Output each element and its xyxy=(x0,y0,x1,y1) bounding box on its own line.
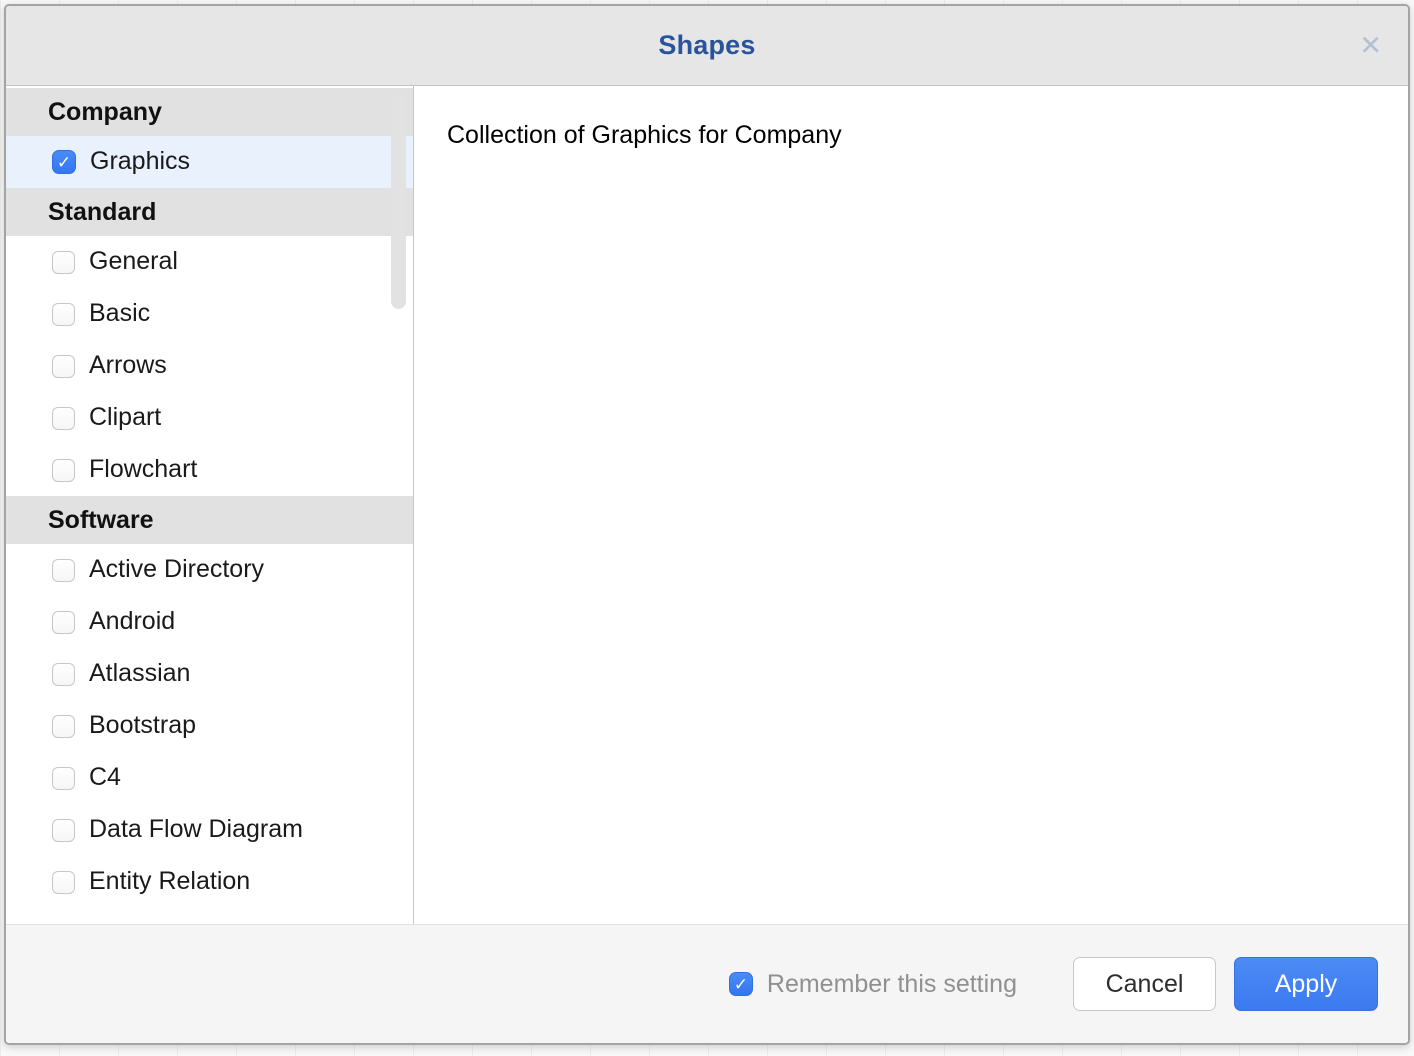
sidebar-item-label: Android xyxy=(89,609,175,636)
checkbox-checked-icon[interactable]: ✓ xyxy=(729,972,753,996)
library-description: Collection of Graphics for Company xyxy=(447,120,1368,151)
dialog-header: Shapes ✕ xyxy=(6,6,1408,86)
dialog-title: Shapes xyxy=(658,30,755,61)
checkbox-unchecked-icon[interactable] xyxy=(52,303,75,326)
dialog-body: Company ✓ Graphics Standard General Basi… xyxy=(6,86,1408,924)
sidebar-item-label: Active Directory xyxy=(89,557,264,584)
section-label: Software xyxy=(48,506,154,535)
sidebar-item-graphics[interactable]: ✓ Graphics xyxy=(6,136,413,188)
checkbox-unchecked-icon[interactable] xyxy=(52,871,75,894)
dialog-footer: ✓ Remember this setting Cancel Apply xyxy=(6,924,1408,1043)
checkbox-unchecked-icon[interactable] xyxy=(52,407,75,430)
section-header-standard: Standard xyxy=(6,188,413,236)
sidebar-item-label: Graphics xyxy=(90,149,190,176)
sidebar-item-label: Flowchart xyxy=(89,457,197,484)
sidebar-item-basic[interactable]: Basic xyxy=(6,288,413,340)
sidebar-item-data-flow-diagram[interactable]: Data Flow Diagram xyxy=(6,804,413,856)
close-icon[interactable]: ✕ xyxy=(1359,32,1382,59)
sidebar-item-atlassian[interactable]: Atlassian xyxy=(6,648,413,700)
section-label: Company xyxy=(48,98,162,127)
library-preview-panel: Collection of Graphics for Company xyxy=(414,86,1408,924)
sidebar-item-android[interactable]: Android xyxy=(6,596,413,648)
sidebar-item-active-directory[interactable]: Active Directory xyxy=(6,544,413,596)
sidebar-item-label: Data Flow Diagram xyxy=(89,817,303,844)
apply-button[interactable]: Apply xyxy=(1234,957,1378,1011)
sidebar-scrollbar-thumb[interactable] xyxy=(391,93,406,309)
shape-library-sidebar: Company ✓ Graphics Standard General Basi… xyxy=(6,86,414,924)
sidebar-item-bootstrap[interactable]: Bootstrap xyxy=(6,700,413,752)
cancel-button[interactable]: Cancel xyxy=(1073,957,1216,1011)
section-header-company: Company xyxy=(6,88,413,136)
sidebar-item-label: Basic xyxy=(89,301,150,328)
sidebar-item-label: Entity Relation xyxy=(89,869,250,896)
sidebar-item-general[interactable]: General xyxy=(6,236,413,288)
checkbox-checked-icon[interactable]: ✓ xyxy=(52,150,76,174)
remember-setting-label: Remember this setting xyxy=(767,970,1017,999)
checkbox-unchecked-icon[interactable] xyxy=(52,715,75,738)
checkbox-unchecked-icon[interactable] xyxy=(52,767,75,790)
sidebar-item-label: C4 xyxy=(89,765,121,792)
shapes-dialog: Shapes ✕ Company ✓ Graphics Standard Gen… xyxy=(4,4,1410,1045)
checkbox-unchecked-icon[interactable] xyxy=(52,559,75,582)
sidebar-item-label: Arrows xyxy=(89,353,167,380)
checkbox-unchecked-icon[interactable] xyxy=(52,819,75,842)
sidebar-item-label: Atlassian xyxy=(89,661,190,688)
remember-setting-checkbox-group[interactable]: ✓ Remember this setting xyxy=(729,970,1017,999)
sidebar-item-clipart[interactable]: Clipart xyxy=(6,392,413,444)
checkbox-unchecked-icon[interactable] xyxy=(52,663,75,686)
sidebar-item-label: General xyxy=(89,249,178,276)
section-header-software: Software xyxy=(6,496,413,544)
section-label: Standard xyxy=(48,198,156,227)
checkbox-unchecked-icon[interactable] xyxy=(52,611,75,634)
sidebar-item-label: Bootstrap xyxy=(89,713,196,740)
checkbox-unchecked-icon[interactable] xyxy=(52,355,75,378)
sidebar-item-flowchart[interactable]: Flowchart xyxy=(6,444,413,496)
sidebar-item-label: Clipart xyxy=(89,405,161,432)
sidebar-item-c4[interactable]: C4 xyxy=(6,752,413,804)
sidebar-item-entity-relation[interactable]: Entity Relation xyxy=(6,856,413,908)
checkbox-unchecked-icon[interactable] xyxy=(52,459,75,482)
checkbox-unchecked-icon[interactable] xyxy=(52,251,75,274)
sidebar-item-arrows[interactable]: Arrows xyxy=(6,340,413,392)
